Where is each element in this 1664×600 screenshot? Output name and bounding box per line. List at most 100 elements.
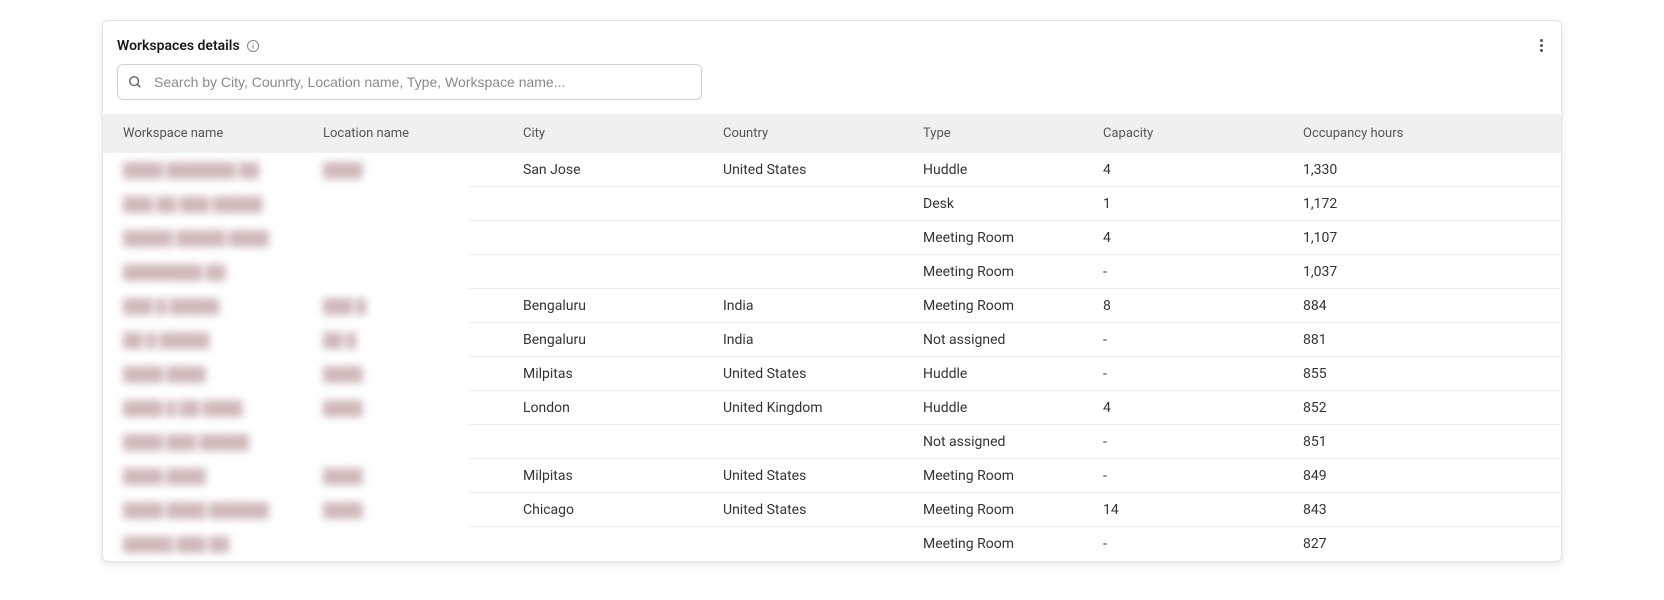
cell-capacity: 14 [1093, 502, 1293, 518]
cell-occupancy-hours: 827 [1293, 536, 1493, 552]
cell-capacity: 4 [1093, 162, 1293, 178]
table-header-row: Workspace name Location name City Countr… [103, 114, 1561, 153]
cell-workspace-name: ████ █ ██ ████ [103, 400, 313, 417]
title-group: Workspaces details [117, 38, 260, 54]
cell-workspace-name: ████ ███████ ██ [103, 162, 313, 179]
cell-country: United Kingdom [713, 400, 913, 416]
search-input[interactable] [154, 74, 691, 90]
cell-type: Huddle [913, 400, 1093, 416]
column-header-city[interactable]: City [513, 114, 713, 153]
cell-workspace-name: █████ ███ ██ [103, 536, 313, 553]
cell-workspace-name: ███ █ █████ [103, 298, 313, 315]
cell-city: San Jose [513, 162, 713, 178]
cell-workspace-name: ████ ████ [103, 366, 313, 383]
cell-city: Milpitas [513, 468, 713, 484]
cell-occupancy-hours: 1,172 [1293, 196, 1493, 212]
table-row[interactable]: ████ ████ ██████████ChicagoUnited States… [103, 493, 1561, 527]
cell-capacity: - [1093, 536, 1293, 552]
cell-workspace-name: ████ ███ █████ [103, 434, 313, 451]
cell-country: India [713, 332, 913, 348]
cell-type: Not assigned [913, 434, 1093, 450]
workspaces-details-card: Workspaces details Workspace name [102, 20, 1562, 562]
cell-type: Meeting Room [913, 502, 1093, 518]
cell-workspace-name: ████ ████ ██████ [103, 502, 313, 519]
cell-type: Huddle [913, 162, 1093, 178]
cell-capacity: 8 [1093, 298, 1293, 314]
cell-city: Chicago [513, 502, 713, 518]
cell-occupancy-hours: 849 [1293, 468, 1493, 484]
cell-type: Meeting Room [913, 298, 1093, 314]
card-header: Workspaces details [103, 21, 1561, 64]
cell-location-name: ███ █ [313, 298, 513, 315]
cell-capacity: 4 [1093, 400, 1293, 416]
cell-capacity: - [1093, 264, 1293, 280]
cell-workspace-name: ████████ ██ [103, 264, 313, 281]
column-header-country[interactable]: Country [713, 114, 913, 153]
table-row[interactable]: █████ ███ ██ Meeting Room-827 [103, 527, 1561, 561]
column-header-type[interactable]: Type [913, 114, 1093, 153]
cell-capacity: - [1093, 366, 1293, 382]
column-header-capacity[interactable]: Capacity [1093, 114, 1293, 153]
column-header-occupancy-hours[interactable]: Occupancy hours [1293, 114, 1493, 153]
column-header-workspace-name[interactable]: Workspace name [103, 114, 313, 153]
table-row[interactable]: ████ ████████MilpitasUnited StatesMeetin… [103, 459, 1561, 493]
cell-location-name: ████ [313, 468, 513, 485]
cell-capacity: - [1093, 434, 1293, 450]
cell-workspace-name: ███ ██ ███ █████ [103, 196, 313, 213]
table-row[interactable]: ████ ████████MilpitasUnited StatesHuddle… [103, 357, 1561, 391]
cell-city: Milpitas [513, 366, 713, 382]
table-row[interactable]: ████ █ ██ ████████LondonUnited KingdomHu… [103, 391, 1561, 425]
table-row[interactable]: ███ ██ ███ █████ Desk11,172 [103, 187, 1561, 221]
table-row[interactable]: ██ █ ███████ █BengaluruIndiaNot assigned… [103, 323, 1561, 357]
cell-country: United States [713, 366, 913, 382]
cell-occupancy-hours: 881 [1293, 332, 1493, 348]
cell-workspace-name: ████ ████ [103, 468, 313, 485]
cell-workspace-name: █████ █████ ████ [103, 230, 313, 247]
cell-city: London [513, 400, 713, 416]
cell-capacity: 4 [1093, 230, 1293, 246]
cell-capacity: 1 [1093, 196, 1293, 212]
cell-city: Bengaluru [513, 298, 713, 314]
card-title: Workspaces details [117, 38, 240, 54]
cell-location-name: ████ [313, 400, 513, 417]
cell-type: Meeting Room [913, 264, 1093, 280]
cell-location-name: ████ [313, 366, 513, 383]
cell-type: Not assigned [913, 332, 1093, 348]
column-header-location-name[interactable]: Location name [313, 114, 513, 153]
cell-country: United States [713, 162, 913, 178]
search-icon [128, 75, 142, 89]
cell-occupancy-hours: 851 [1293, 434, 1493, 450]
cell-capacity: - [1093, 332, 1293, 348]
workspaces-table: Workspace name Location name City Countr… [103, 114, 1561, 561]
table-body: ████ ███████ ██████San JoseUnited States… [103, 153, 1561, 561]
table-row[interactable]: ████████ ██ Meeting Room-1,037 [103, 255, 1561, 289]
cell-type: Meeting Room [913, 230, 1093, 246]
cell-location-name: ████ [313, 162, 513, 179]
cell-occupancy-hours: 1,330 [1293, 162, 1493, 178]
table-row[interactable]: ████ ███████ ██████San JoseUnited States… [103, 153, 1561, 187]
cell-occupancy-hours: 884 [1293, 298, 1493, 314]
cell-occupancy-hours: 1,107 [1293, 230, 1493, 246]
cell-country: United States [713, 468, 913, 484]
cell-occupancy-hours: 855 [1293, 366, 1493, 382]
cell-location-name: ██ █ [313, 332, 513, 349]
search-box[interactable] [117, 64, 702, 100]
cell-country: India [713, 298, 913, 314]
table-row[interactable]: █████ █████ ████ Meeting Room41,107 [103, 221, 1561, 255]
cell-type: Meeting Room [913, 468, 1093, 484]
cell-type: Huddle [913, 366, 1093, 382]
cell-occupancy-hours: 852 [1293, 400, 1493, 416]
cell-type: Meeting Room [913, 536, 1093, 552]
cell-country: United States [713, 502, 913, 518]
table-row[interactable]: ████ ███ █████ Not assigned-851 [103, 425, 1561, 459]
info-icon[interactable] [246, 39, 260, 53]
cell-capacity: - [1093, 468, 1293, 484]
cell-occupancy-hours: 843 [1293, 502, 1493, 518]
cell-city: Bengaluru [513, 332, 713, 348]
cell-occupancy-hours: 1,037 [1293, 264, 1493, 280]
cell-workspace-name: ██ █ █████ [103, 332, 313, 349]
more-menu-button[interactable] [1536, 35, 1547, 56]
cell-type: Desk [913, 196, 1093, 212]
table-row[interactable]: ███ █ ████████ █BengaluruIndiaMeeting Ro… [103, 289, 1561, 323]
search-wrap [103, 64, 1561, 114]
